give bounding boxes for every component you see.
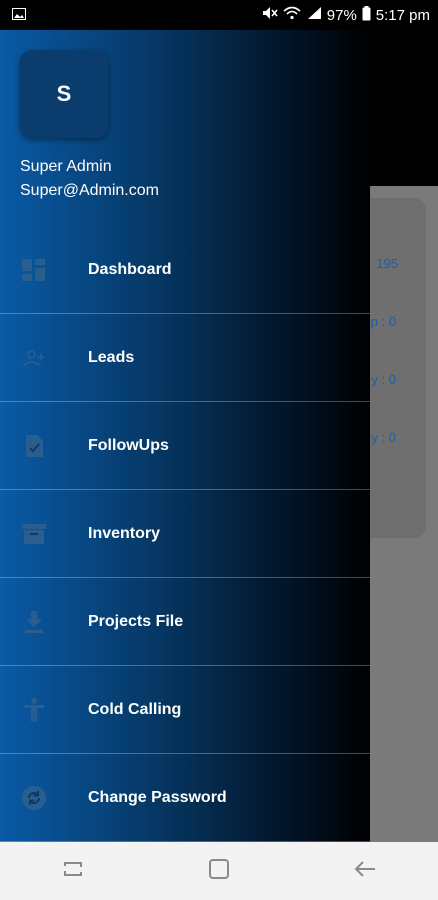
wifi-icon <box>283 6 301 24</box>
battery-percent: 97% <box>326 6 357 24</box>
back-button[interactable] <box>345 851 385 891</box>
menu-item-cold-calling[interactable]: Cold Calling <box>0 666 370 754</box>
navigation-drawer: S Super Admin Super@Admin.com Dashboard … <box>0 30 370 842</box>
signal-icon <box>306 6 322 24</box>
menu-item-inventory[interactable]: Inventory <box>0 490 370 578</box>
menu-item-projects-file[interactable]: Projects File <box>0 578 370 666</box>
home-icon <box>209 858 229 884</box>
card-value-4: y : 0 <box>371 430 396 445</box>
download-icon <box>22 610 46 634</box>
archive-icon <box>22 522 46 546</box>
gallery-icon <box>12 7 26 24</box>
battery-icon <box>362 5 371 25</box>
menu-item-leads[interactable]: Leads <box>0 314 370 402</box>
clock: 5:17 pm <box>375 6 430 24</box>
dashboard-icon <box>22 258 46 282</box>
system-nav-bar <box>0 842 438 900</box>
card-value-3: y : 0 <box>371 372 396 387</box>
card-value-2: p : 0 <box>370 314 396 329</box>
avatar[interactable]: S <box>20 50 108 138</box>
person-icon <box>22 697 46 722</box>
mute-icon <box>262 6 278 24</box>
sync-icon <box>22 785 46 810</box>
menu-label: Dashboard <box>88 260 172 278</box>
menu-label: Leads <box>88 348 135 366</box>
menu-label: Projects File <box>88 612 184 630</box>
menu-item-followups[interactable]: FollowUps <box>0 402 370 490</box>
home-button[interactable] <box>199 851 239 891</box>
back-arrow-icon <box>354 860 376 883</box>
drawer-menu: Dashboard Leads FollowUps Inventory Proj… <box>0 226 370 842</box>
card-value-1: 195 <box>376 256 398 271</box>
menu-label: Change Password <box>88 788 227 806</box>
menu-label: Cold Calling <box>88 700 182 718</box>
recents-icon <box>62 860 84 883</box>
user-name: Super Admin <box>20 158 112 175</box>
document-check-icon <box>22 434 46 458</box>
menu-item-dashboard[interactable]: Dashboard <box>0 226 370 314</box>
recents-button[interactable] <box>53 851 93 891</box>
menu-label: Inventory <box>88 524 161 542</box>
menu-label: FollowUps <box>88 436 169 454</box>
add-person-icon <box>22 346 46 370</box>
status-bar: 97% 5:17 pm <box>0 0 438 30</box>
menu-item-change-password[interactable]: Change Password <box>0 754 370 842</box>
user-email: Super@Admin.com <box>20 182 159 199</box>
